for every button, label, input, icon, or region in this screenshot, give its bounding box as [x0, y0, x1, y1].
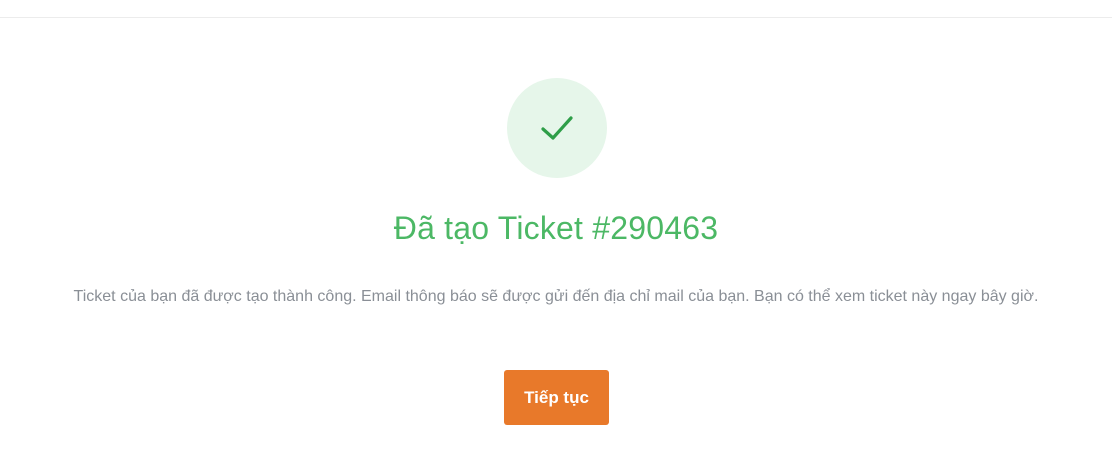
checkmark-icon — [539, 110, 575, 146]
checkmark-path — [541, 116, 573, 140]
success-badge — [507, 78, 607, 178]
ticket-success-panel: Đã tạo Ticket #290463 Ticket của bạn đã … — [0, 0, 1112, 472]
continue-button[interactable]: Tiếp tục — [504, 370, 609, 425]
ticket-created-message: Ticket của bạn đã được tạo thành công. E… — [73, 288, 1039, 305]
ticket-created-title: Đã tạo Ticket #290463 — [393, 210, 719, 246]
